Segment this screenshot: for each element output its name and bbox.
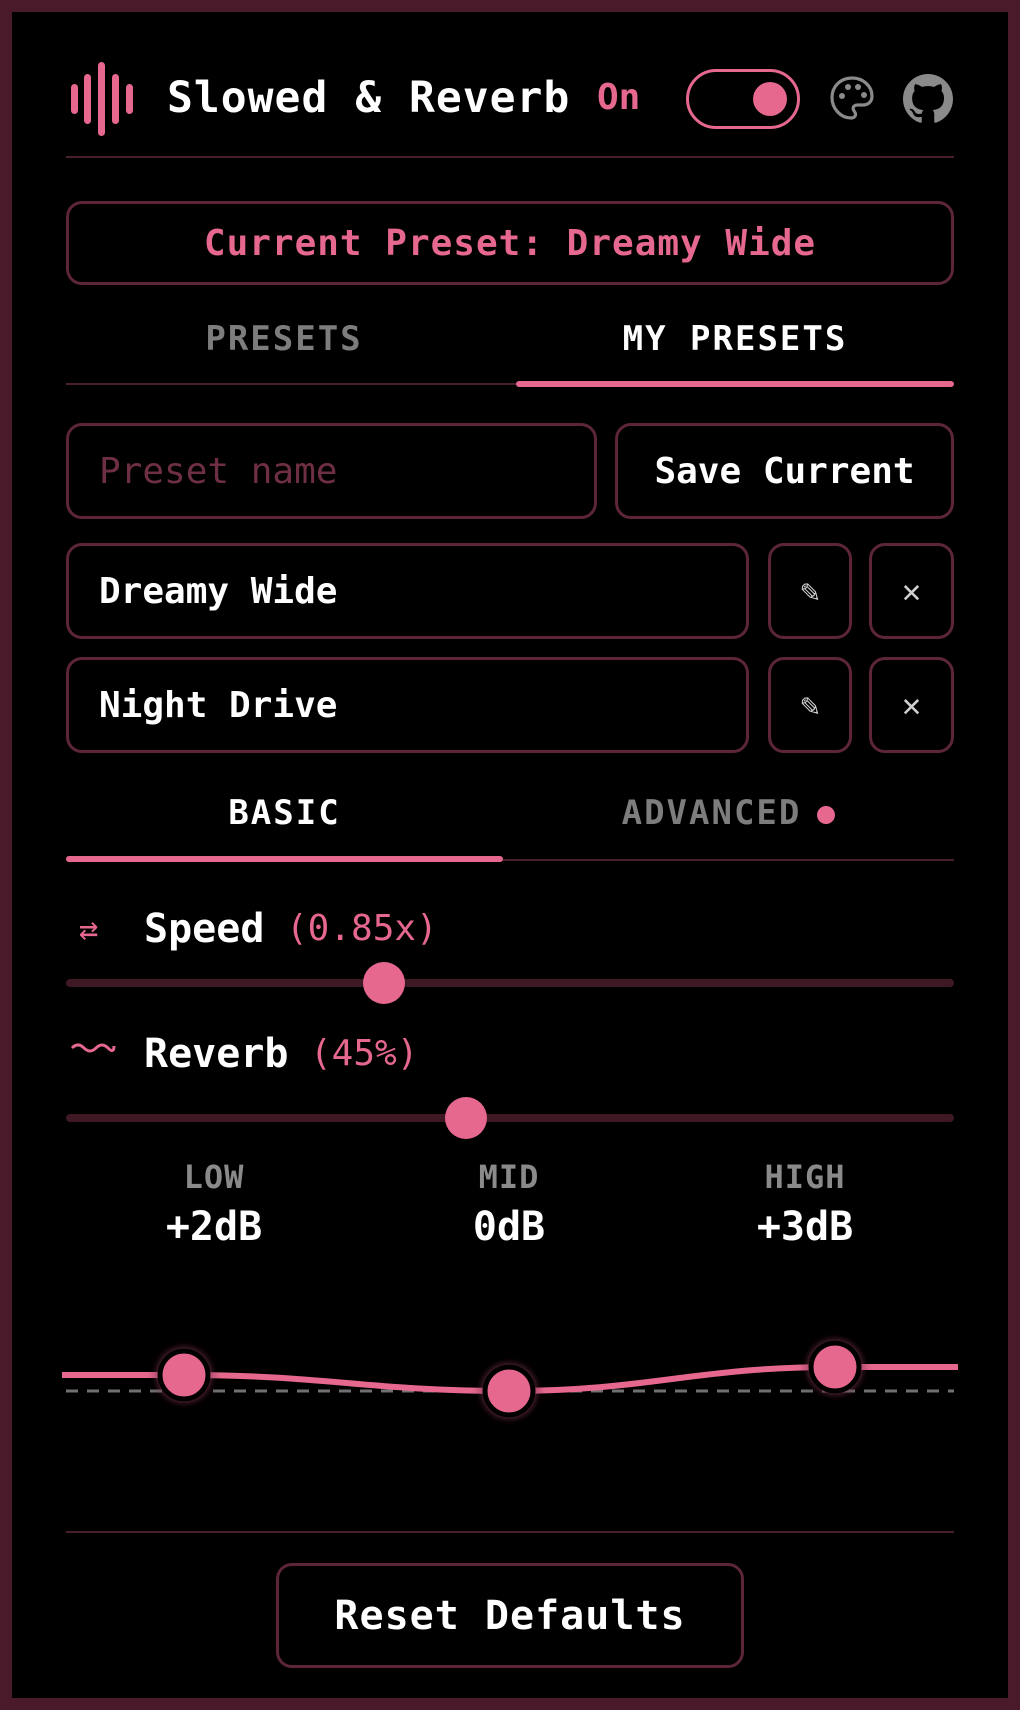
tab-basic[interactable]: BASIC (66, 792, 503, 834)
eq-low-value: +2dB (165, 1204, 263, 1250)
header-divider (66, 156, 954, 158)
eq-mid-value: 0dB (472, 1204, 546, 1250)
current-preset-banner: Current Preset: Dreamy Wide (66, 201, 954, 285)
speed-label: Speed (144, 906, 265, 952)
eq-mid-handle[interactable] (482, 1364, 536, 1418)
state-label: On (597, 77, 641, 118)
swap-arrows-icon: ⇄ (79, 910, 99, 948)
tab-my-presets[interactable]: MY PRESETS (516, 318, 954, 360)
reverb-slider-thumb[interactable] (444, 1097, 487, 1139)
reset-defaults-button[interactable]: Reset Defaults (276, 1563, 744, 1668)
toggle-knob (753, 82, 787, 116)
eq-curve-graph (62, 1340, 958, 1418)
speed-slider-thumb[interactable] (362, 962, 405, 1004)
advanced-indicator-dot (817, 805, 836, 824)
tab-active-underline (66, 856, 503, 862)
eq-high-handle[interactable] (808, 1340, 862, 1394)
close-icon: ✕ (901, 686, 922, 724)
enable-toggle[interactable] (686, 69, 800, 129)
eq-high-value: +3dB (756, 1204, 854, 1250)
footer-divider (66, 1531, 954, 1533)
reverb-slider-track[interactable] (66, 1114, 954, 1122)
tab-advanced-label: ADVANCED (621, 793, 802, 833)
preset-item-night-drive[interactable]: Night Drive (66, 657, 749, 753)
speed-value: (0.85x) (286, 908, 438, 949)
preset-name-input[interactable] (66, 423, 597, 519)
eq-mid-label: MID (478, 1158, 540, 1196)
eq-low-label: LOW (183, 1158, 245, 1196)
delete-preset-button[interactable]: ✕ (869, 543, 954, 639)
edit-preset-button[interactable]: ✎ (768, 657, 852, 753)
save-current-button[interactable]: Save Current (615, 423, 954, 519)
reverb-label: Reverb (144, 1031, 289, 1077)
close-icon: ✕ (901, 572, 922, 610)
pencil-icon: ✎ (800, 572, 820, 610)
app-title: Slowed & Reverb (167, 73, 571, 123)
tab-active-underline (516, 381, 954, 387)
eq-high-label: HIGH (764, 1158, 846, 1196)
tab-presets[interactable]: PRESETS (66, 318, 502, 360)
palette-icon[interactable] (828, 74, 876, 122)
eq-low-handle[interactable] (157, 1348, 211, 1402)
edit-preset-button[interactable]: ✎ (768, 543, 852, 639)
speed-slider-track[interactable] (66, 979, 954, 987)
preset-item-dreamy-wide[interactable]: Dreamy Wide (66, 543, 749, 639)
tab-advanced[interactable]: ADVANCED (503, 792, 954, 834)
reverb-value: (45%) (310, 1033, 419, 1074)
wave-icon (70, 1043, 116, 1053)
github-icon[interactable] (903, 74, 953, 124)
delete-preset-button[interactable]: ✕ (869, 657, 954, 753)
sound-wave-icon (71, 62, 133, 136)
pencil-icon: ✎ (800, 686, 820, 724)
